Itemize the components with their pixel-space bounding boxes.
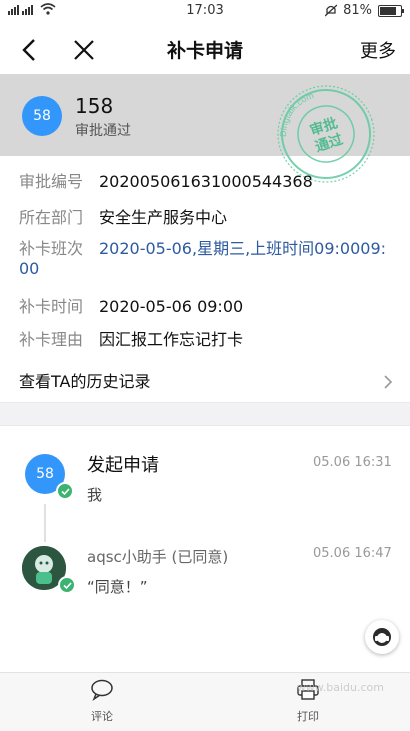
detail-row-approval-no: 审批编号 202005061631000544368	[19, 168, 313, 192]
print-label: 打印	[297, 710, 319, 723]
detail-value: 2020-05-06 09:00	[99, 297, 244, 316]
comment-bubble-icon	[91, 679, 113, 701]
detail-row-shift: 补卡班次 2020-05-06,星期三,上班时间09:0009:	[19, 235, 386, 259]
nav-bar: 补卡申请 更多	[0, 24, 410, 74]
shift-value-cont[interactable]: 00	[19, 259, 39, 278]
check-badge-icon	[58, 576, 76, 594]
check-badge-icon	[56, 482, 74, 500]
avatar: 58	[22, 96, 62, 136]
mute-bell-icon	[325, 4, 338, 17]
bottom-action-bar: 评论 打印 www.baidu.com	[0, 672, 410, 731]
detail-label: 所在部门	[19, 208, 84, 227]
chevron-right-icon	[384, 375, 393, 389]
support-float-button[interactable]	[365, 620, 399, 654]
status-right: 81%	[325, 3, 404, 18]
history-label: 查看TA的历史记录	[19, 372, 151, 391]
approval-status: 审批通过	[75, 123, 131, 139]
page-title: 补卡申请	[166, 40, 243, 62]
watermark: www.baidu.com	[296, 681, 384, 694]
timeline-approver: aqsc小助手 (已同意)	[87, 548, 229, 566]
detail-label: 审批编号	[19, 172, 84, 191]
detail-label: 补卡时间	[19, 297, 84, 316]
close-icon[interactable]	[70, 36, 98, 64]
detail-label: 补卡理由	[19, 330, 84, 349]
detail-row-shift-cont: 00	[19, 259, 39, 278]
detail-row-department: 所在部门 安全生产服务中心	[19, 204, 227, 228]
applicant-name: 158	[75, 94, 114, 118]
timeline-title: 发起申请	[87, 455, 159, 476]
status-bar: 17:03 81%	[0, 0, 410, 24]
timeline-subtitle: 我	[87, 486, 103, 504]
detail-value: 因汇报工作忘记打卡	[99, 330, 244, 349]
timeline-time: 05.06 16:31	[313, 455, 392, 470]
detail-value: 安全生产服务中心	[99, 208, 228, 227]
timeline-comment: “同意！”	[87, 578, 148, 596]
timeline-time: 05.06 16:47	[313, 546, 392, 561]
detail-value: 202005061631000544368	[99, 172, 313, 191]
detail-row-time: 补卡时间 2020-05-06 09:00	[19, 293, 243, 317]
more-button[interactable]: 更多	[360, 37, 396, 63]
history-link[interactable]: 查看TA的历史记录	[0, 360, 410, 400]
battery-icon	[378, 4, 404, 17]
detail-row-reason: 补卡理由 因汇报工作忘记打卡	[19, 326, 243, 350]
shift-value[interactable]: 2020-05-06,星期三,上班时间09:0009:	[99, 239, 386, 258]
section-divider	[0, 402, 410, 426]
comment-label: 评论	[91, 710, 113, 723]
battery-percent: 81%	[343, 3, 372, 18]
back-arrow-icon[interactable]	[16, 36, 44, 64]
detail-label: 补卡班次	[19, 239, 84, 258]
comment-button[interactable]: 评论	[67, 679, 137, 724]
timeline-connector	[44, 504, 46, 542]
headset-icon	[373, 628, 391, 646]
